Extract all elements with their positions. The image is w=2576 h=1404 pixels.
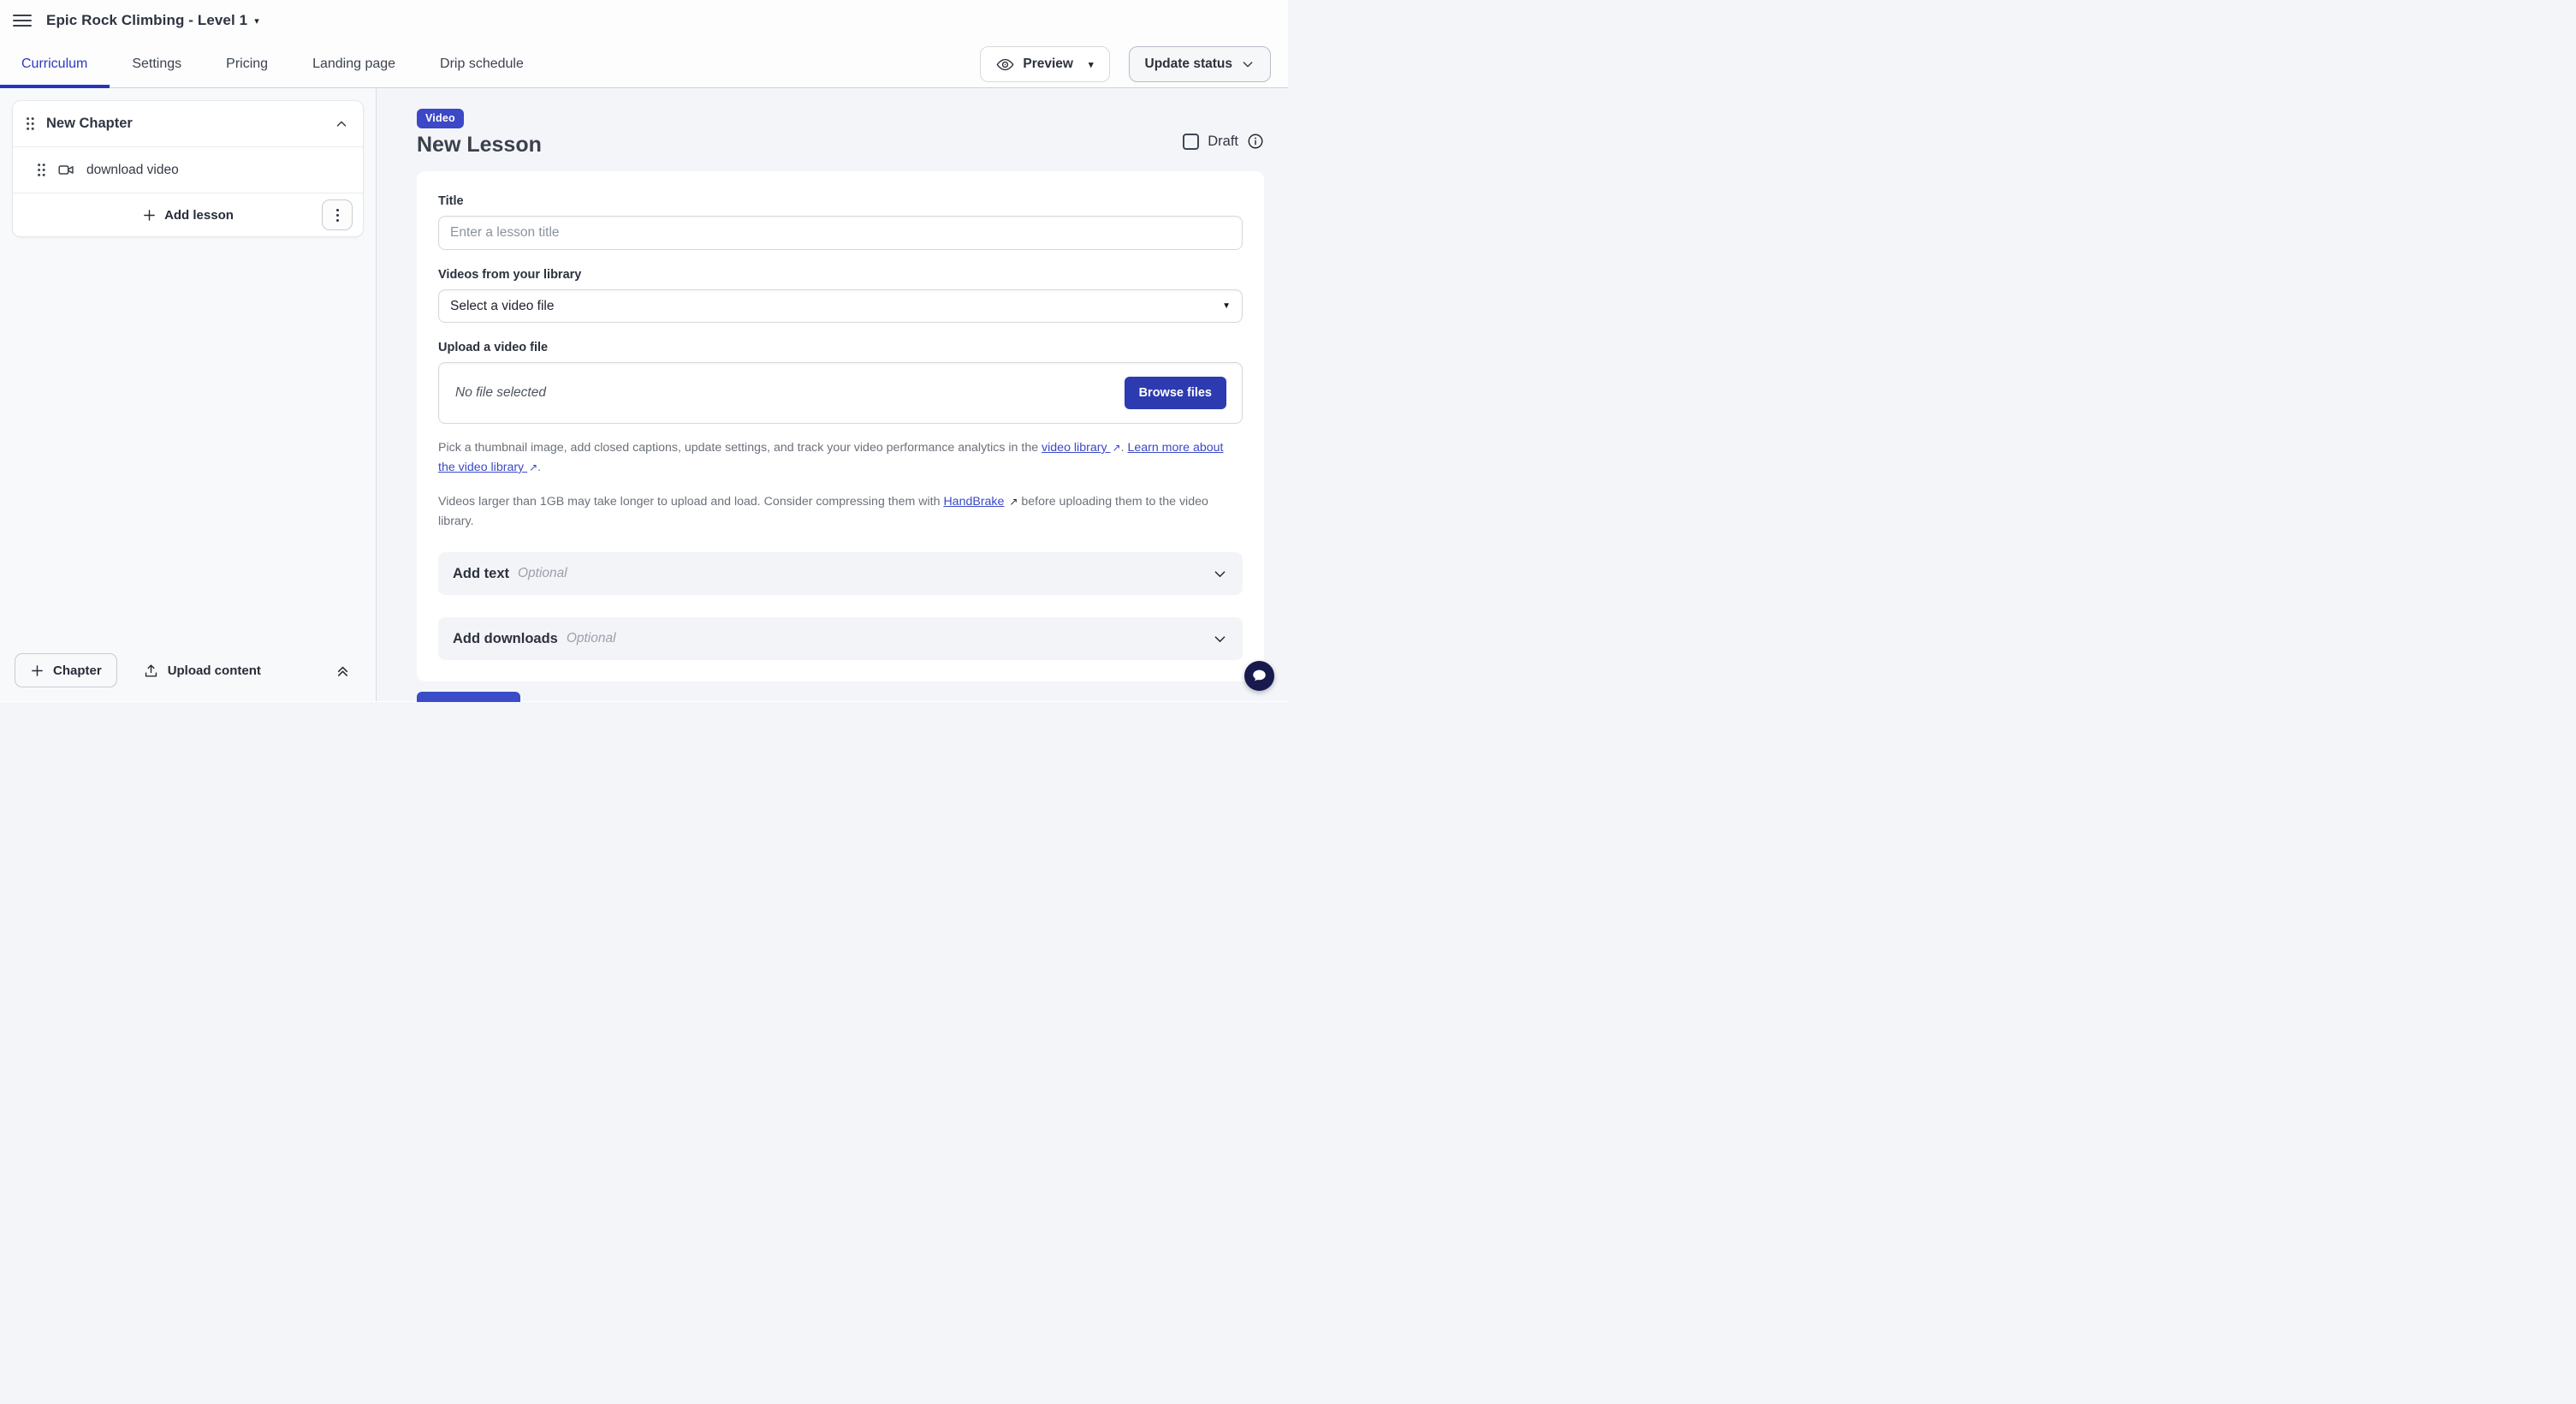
video-library-select-value: Select a video file [450, 299, 555, 314]
lesson-type-badge: Video [417, 109, 464, 128]
video-library-group: Videos from your library Select a video … [438, 268, 1243, 323]
browse-files-button[interactable]: Browse files [1125, 377, 1226, 409]
workspace: New Chapter download video [0, 88, 1288, 701]
add-text-label: Add text [453, 566, 509, 582]
tabbar-actions: Preview ▾ Update status [980, 41, 1271, 87]
preview-button[interactable]: Preview ▾ [980, 46, 1109, 82]
add-lesson-label: Add lesson [164, 208, 234, 223]
lesson-row[interactable]: download video [13, 147, 363, 193]
update-status-button[interactable]: Update status [1129, 46, 1272, 82]
link-label: HandBrake [943, 495, 1004, 509]
help-text: Pick a thumbnail image, add closed capti… [438, 441, 1042, 455]
chapter-header[interactable]: New Chapter [13, 101, 363, 146]
chat-bubble-icon [1250, 667, 1268, 685]
add-chapter-label: Chapter [53, 663, 102, 678]
preview-label: Preview [1023, 57, 1073, 72]
add-downloads-label: Add downloads [453, 631, 558, 647]
draft-label: Draft [1208, 134, 1238, 150]
upload-content-label: Upload content [168, 663, 261, 678]
add-downloads-expander[interactable]: Add downloads Optional [438, 617, 1243, 660]
course-builder-page: Epic Rock Climbing - Level 1 ▾ Curriculu… [0, 0, 1288, 702]
chevron-down-icon [1212, 631, 1228, 647]
lesson-editor: Video New Lesson Draft Title Vide [377, 88, 1288, 701]
chevron-up-icon[interactable] [334, 116, 349, 132]
add-chapter-button[interactable]: Chapter [15, 653, 117, 687]
lesson-title: download video [86, 163, 179, 178]
help-text: Videos larger than 1GB may take longer t… [438, 495, 943, 509]
video-library-link[interactable]: video library ↗ [1042, 441, 1121, 455]
upload-icon [143, 663, 159, 679]
page-title: New Lesson [417, 133, 542, 158]
upload-video-label: Upload a video file [438, 341, 1243, 354]
curriculum-sidebar: New Chapter download video [0, 88, 377, 701]
info-icon[interactable] [1247, 133, 1264, 150]
tabs: Curriculum Settings Pricing Landing page… [0, 41, 546, 87]
file-upload-box: No file selected Browse files [438, 362, 1243, 424]
tab-pricing[interactable]: Pricing [204, 41, 290, 87]
external-link-icon: ↗ [1009, 494, 1018, 510]
link-label: video library [1042, 441, 1107, 455]
help-text: . [537, 461, 541, 474]
handbrake-link[interactable]: HandBrake [943, 495, 1004, 509]
hamburger-menu-icon[interactable] [13, 11, 32, 30]
chat-widget-button[interactable] [1244, 661, 1274, 691]
lesson-form-card: Title Videos from your library Select a … [417, 171, 1264, 681]
video-library-select[interactable]: Select a video file ▼ [438, 289, 1243, 323]
sidebar-footer: Chapter Upload content [0, 640, 376, 701]
title-field-group: Title [438, 194, 1243, 250]
tab-curriculum[interactable]: Curriculum [0, 41, 110, 87]
video-library-label: Videos from your library [438, 268, 1243, 282]
tab-drip-schedule[interactable]: Drip schedule [418, 41, 546, 87]
collapse-all-icon[interactable] [335, 663, 351, 679]
add-lesson-button[interactable]: Add lesson [142, 208, 234, 223]
compression-help-text: Videos larger than 1GB may take longer t… [438, 492, 1243, 532]
upload-video-group: Upload a video file No file selected Bro… [438, 341, 1243, 532]
no-file-text: No file selected [455, 385, 546, 401]
update-status-label: Update status [1145, 57, 1233, 72]
chapter-card: New Chapter download video [12, 100, 364, 237]
chapter-title: New Chapter [46, 116, 323, 132]
optional-label: Optional [518, 566, 567, 581]
title-label: Title [438, 194, 1243, 208]
top-bar: Epic Rock Climbing - Level 1 ▾ [0, 0, 1288, 41]
draft-toggle-row: Draft [1183, 133, 1264, 150]
course-title[interactable]: Epic Rock Climbing - Level 1 [46, 12, 247, 29]
add-text-expander[interactable]: Add text Optional [438, 552, 1243, 595]
tab-landing-page[interactable]: Landing page [290, 41, 418, 87]
plus-icon [142, 208, 157, 223]
save-lesson-button[interactable]: Save lesson [417, 692, 520, 702]
video-camera-icon [57, 161, 75, 179]
external-link-icon: ↗ [1113, 440, 1121, 456]
course-title-caret-icon[interactable]: ▾ [254, 15, 259, 27]
preview-caret-icon: ▾ [1089, 59, 1094, 70]
chapter-menu-button[interactable] [322, 199, 353, 230]
chevron-down-icon [1212, 566, 1228, 582]
lesson-header: Video New Lesson Draft [417, 109, 1264, 158]
eye-icon [996, 56, 1014, 74]
drag-handle-icon[interactable] [37, 163, 46, 177]
draft-checkbox[interactable] [1183, 134, 1199, 150]
drag-handle-icon[interactable] [26, 116, 35, 131]
video-library-help-text: Pick a thumbnail image, add closed capti… [438, 438, 1243, 478]
tab-settings[interactable]: Settings [110, 41, 204, 87]
external-link-icon: ↗ [529, 460, 537, 476]
lesson-title-input[interactable] [438, 216, 1243, 250]
kebab-icon [335, 208, 340, 223]
select-caret-icon: ▼ [1222, 301, 1231, 311]
lesson-heading-block: Video New Lesson [417, 109, 542, 158]
tab-bar: Curriculum Settings Pricing Landing page… [0, 41, 1288, 88]
plus-icon [30, 663, 45, 678]
chevron-down-icon [1241, 57, 1255, 71]
upload-content-button[interactable]: Upload content [143, 663, 261, 679]
chapter-footer: Add lesson [13, 193, 363, 236]
optional-label: Optional [567, 631, 616, 646]
